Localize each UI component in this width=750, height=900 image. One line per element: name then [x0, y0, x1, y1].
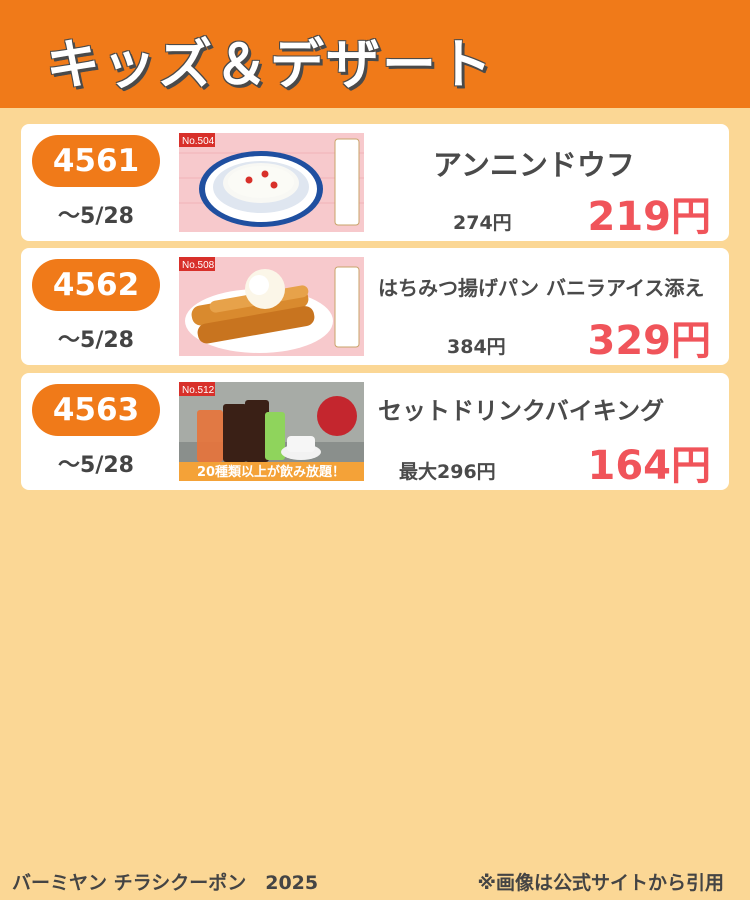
coupon-card-4563[interactable]: 4563 〜5/28 No.512 20種類以上が飲み放題！ セットドリンクバイ…: [21, 373, 729, 490]
coupon-code-badge: 4561: [32, 135, 160, 187]
page-header: キッズ＆デザート: [0, 0, 750, 108]
product-image-almond-tofu: No.504: [179, 133, 364, 232]
item-sale-price: 329円: [587, 318, 712, 364]
coupon-card-4562[interactable]: 4562 〜5/28 No.508 はちみつ揚げパン バニラアイス添え 384円…: [21, 248, 729, 365]
image-caption-banner: 20種類以上が飲み放題！: [197, 464, 345, 480]
page-title: キッズ＆デザート: [46, 33, 494, 96]
footer-source-label: バーミヤン チラシクーポン 2025: [12, 872, 319, 894]
coupon-expiry-date: 〜5/28: [58, 453, 134, 478]
item-base-price: 274円: [453, 212, 512, 234]
image-number-label: No.512: [182, 385, 215, 396]
coupon-card-4561[interactable]: 4561 〜5/28 No.504 アンニンドウフ 274円 219円: [21, 124, 729, 241]
footer-image-credit: ※画像は公式サイトから引用: [477, 872, 724, 894]
product-image-honey-fried-bread: No.508: [179, 257, 364, 356]
item-name: アンニンドウフ: [433, 148, 635, 182]
item-base-price: 最大296円: [399, 461, 496, 483]
coupon-expiry-date: 〜5/28: [58, 328, 134, 353]
coupon-code-badge: 4563: [32, 384, 160, 436]
coupon-expiry-date: 〜5/28: [58, 204, 134, 229]
image-number-label: No.508: [182, 260, 215, 271]
item-name: はちみつ揚げパン バニラアイス添え: [378, 276, 705, 300]
item-name: セットドリンクバイキング: [378, 397, 665, 425]
item-sale-price: 219円: [587, 194, 712, 240]
item-base-price: 384円: [447, 336, 506, 358]
item-sale-price: 164円: [587, 443, 712, 489]
product-image-drink-bar: No.512 20種類以上が飲み放題！: [179, 382, 364, 481]
image-number-label: No.504: [182, 136, 215, 147]
coupon-code-badge: 4562: [32, 259, 160, 311]
